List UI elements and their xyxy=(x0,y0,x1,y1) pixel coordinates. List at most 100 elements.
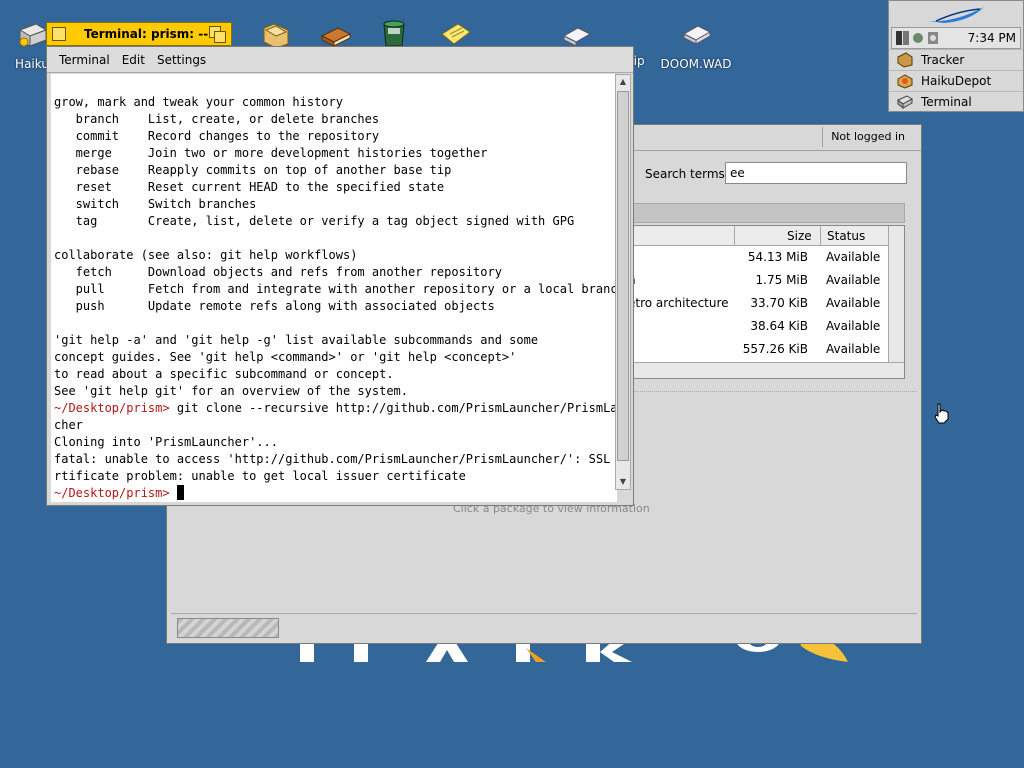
terminal-line-text: See 'git help git' for an overview of th… xyxy=(54,384,409,398)
terminal-vscroll[interactable]: ▲ ▼ xyxy=(615,74,631,490)
terminal-line: switch Switch branches xyxy=(54,196,617,213)
terminal-line: 'git help -a' and 'git help -g' list ava… xyxy=(54,332,617,349)
close-button[interactable] xyxy=(52,27,66,41)
terminal-line-text: to read about a specific subcommand or c… xyxy=(54,367,394,381)
terminal-line-text: grow, mark and tweak your common history xyxy=(54,95,343,109)
disk-icon xyxy=(18,23,48,47)
deskbar-item-haikudepot[interactable]: HaikuDepot xyxy=(889,70,1023,91)
column-header-status[interactable]: Status xyxy=(820,226,890,246)
terminal-line: branch List, create, or delete branches xyxy=(54,111,617,128)
column-header-size[interactable]: Size xyxy=(734,226,820,246)
menu-terminal[interactable]: Terminal xyxy=(59,53,110,67)
terminal-line-text: fetch Download objects and refs from ano… xyxy=(54,265,502,279)
package-status: Available xyxy=(826,296,881,310)
terminal-line-text: pull Fetch from and integrate with anoth… xyxy=(54,282,617,296)
haiku-leaf-icon xyxy=(928,7,984,23)
system-tray-icons[interactable] xyxy=(896,30,950,46)
menu-edit[interactable]: Edit xyxy=(122,53,145,67)
terminal-line-text: git clone --recursive http://github.com/… xyxy=(169,401,617,415)
terminal-line: Cloning into 'PrismLauncher'... xyxy=(54,434,617,451)
terminal-line: ~/Desktop/prism> git clone --recursive h… xyxy=(54,400,617,417)
terminal-line: fatal: unable to access 'http://github.c… xyxy=(54,451,617,468)
scroll-up-icon[interactable]: ▲ xyxy=(616,75,630,89)
terminal-line: push Update remote refs along with assoc… xyxy=(54,298,617,315)
terminal-line-text: rebase Reapply commits on top of another… xyxy=(54,163,452,177)
desktop-icon-doom-wad[interactable]: DOOM.WAD xyxy=(656,20,736,71)
terminal-line-text: fatal: unable to access 'http://github.c… xyxy=(54,452,617,466)
package-list-vscroll[interactable] xyxy=(888,226,904,362)
terminal-line: grow, mark and tweak your common history xyxy=(54,94,617,111)
terminal-window: Terminal Edit Settings grow, mark and tw… xyxy=(46,46,634,506)
depot-progress-bar xyxy=(177,618,279,638)
terminal-window-tab[interactable]: Terminal: prism: -- xyxy=(46,22,232,46)
terminal-screen[interactable]: grow, mark and tweak your common history… xyxy=(51,74,617,502)
terminal-line-text: commit Record changes to the repository xyxy=(54,129,380,143)
deskbar-item-tracker[interactable]: Tracker xyxy=(889,49,1023,70)
terminal-line: cher xyxy=(54,417,617,434)
text-cursor xyxy=(176,485,184,500)
terminal-line-text: tag Create, list, delete or verify a tag… xyxy=(54,214,575,228)
deskbar-item-label: Terminal xyxy=(921,95,972,109)
terminal-line-text: collaborate (see also: git help workflow… xyxy=(54,248,358,262)
shell-prompt: ~/Desktop/prism> xyxy=(54,486,170,500)
terminal-line: collaborate (see also: git help workflow… xyxy=(54,247,617,264)
deskbar-item-label: Tracker xyxy=(921,53,965,67)
terminal-line: commit Record changes to the repository xyxy=(54,128,617,145)
terminal-output: grow, mark and tweak your common history… xyxy=(54,94,617,502)
haikudepot-icon xyxy=(897,74,913,89)
terminal-line-text: rtificate problem: unable to get local i… xyxy=(54,469,466,483)
terminal-line: See 'git help git' for an overview of th… xyxy=(54,383,617,400)
package-status: Available xyxy=(826,250,881,264)
search-input[interactable] xyxy=(725,162,907,184)
terminal-line: merge Join two or more development histo… xyxy=(54,145,617,162)
zoom-button[interactable] xyxy=(209,26,226,43)
terminal-line-text: Cloning into 'PrismLauncher'... xyxy=(54,435,278,449)
package-status: Available xyxy=(826,342,881,356)
trash-icon xyxy=(383,20,405,47)
menu-settings[interactable]: Settings xyxy=(157,53,206,67)
package-size: 33.70 KiB xyxy=(750,296,808,310)
package-size: 38.64 KiB xyxy=(750,319,808,333)
terminal-line-text: merge Join two or more development histo… xyxy=(54,146,488,160)
terminal-line: to read about a specific subcommand or c… xyxy=(54,366,617,383)
deskbar-item-label: HaikuDepot xyxy=(921,74,992,88)
terminal-icon xyxy=(897,95,913,110)
deskbar-clock[interactable]: 7:34 PM xyxy=(968,31,1016,45)
scroll-thumb[interactable] xyxy=(617,91,629,461)
deskbar-tray: 7:34 PM xyxy=(891,27,1021,49)
deskbar-item-terminal[interactable]: Terminal xyxy=(889,91,1023,112)
package-size: 1.75 MiB xyxy=(755,273,808,287)
terminal-line: pull Fetch from and integrate with anoth… xyxy=(54,281,617,298)
terminal-line-text: switch Switch branches xyxy=(54,197,257,211)
terminal-line-text: push Update remote refs along with assoc… xyxy=(54,299,495,313)
terminal-menubar: Terminal Edit Settings xyxy=(47,47,633,73)
terminal-line: tag Create, list, delete or verify a tag… xyxy=(54,213,617,230)
terminal-line: reset Reset current HEAD to the specifie… xyxy=(54,179,617,196)
terminal-line-text: reset Reset current HEAD to the specifie… xyxy=(54,180,445,194)
terminal-line-text: branch List, create, or delete branches xyxy=(54,112,380,126)
tracker-icon xyxy=(897,52,913,68)
terminal-line-text: 'git help -a' and 'git help -g' list ava… xyxy=(54,333,539,347)
terminal-line-text xyxy=(170,486,177,500)
scroll-down-icon[interactable]: ▼ xyxy=(616,475,630,489)
wad-icon xyxy=(682,25,712,45)
shell-prompt: ~/Desktop/prism> xyxy=(54,401,170,415)
terminal-line-text: cher xyxy=(54,418,83,432)
package-status: Available xyxy=(826,319,881,333)
window-title: Terminal: prism: -- xyxy=(84,27,209,41)
deskbar: 7:34 PM Tracker HaikuDepot Terminal xyxy=(888,0,1024,112)
terminal-line: ~/Desktop/prism> xyxy=(54,485,617,502)
terminal-line: rebase Reapply commits on top of another… xyxy=(54,162,617,179)
search-label: Search terms: xyxy=(645,167,729,181)
depot-statusbar xyxy=(171,613,917,639)
login-status-button[interactable]: Not logged in xyxy=(822,127,913,147)
hand-cursor-icon xyxy=(934,403,949,424)
desktop-icon-label: DOOM.WAD xyxy=(660,57,732,71)
package-name: etro architecture xyxy=(628,296,729,310)
package-size: 557.26 KiB xyxy=(742,342,808,356)
package-size: 54.13 MiB xyxy=(747,250,808,264)
deskbar-leaf-logo[interactable] xyxy=(889,1,1023,27)
terminal-line-text: concept guides. See 'git help <command>'… xyxy=(54,350,517,364)
